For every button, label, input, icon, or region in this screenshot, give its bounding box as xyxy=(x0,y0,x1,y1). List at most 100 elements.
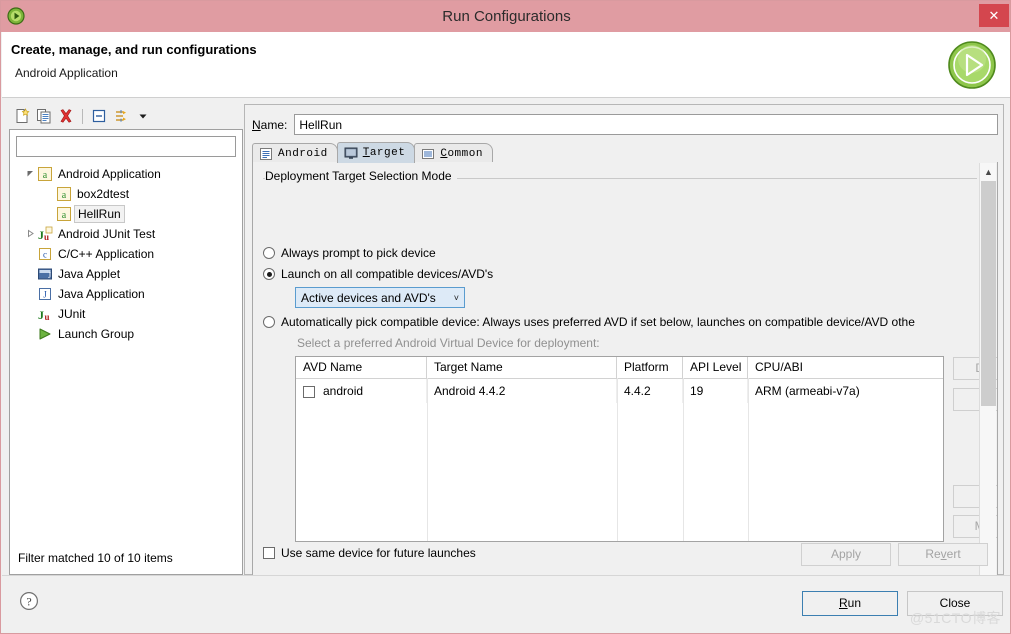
tree-item-label: HellRun xyxy=(74,205,125,223)
svg-text:a: a xyxy=(62,210,67,221)
checkbox-label: Use same device for future launches xyxy=(281,546,476,560)
tab-label: Target xyxy=(363,147,406,159)
column-header-avd-name[interactable]: AVD Name xyxy=(296,357,427,378)
tab-strip: Android Target Common xyxy=(252,142,998,164)
column-separator xyxy=(617,378,618,541)
device-scope-combo[interactable]: Active devices and AVD's ˅ xyxy=(295,287,465,308)
new-configuration-icon[interactable] xyxy=(12,106,32,126)
radio-label: Launch on all compatible devices/AVD's xyxy=(281,267,493,281)
svg-text:J: J xyxy=(48,271,51,280)
cell-api-level: 19 xyxy=(683,379,748,403)
filter-input[interactable] xyxy=(16,136,236,157)
tab-android[interactable]: Android xyxy=(252,143,338,163)
tree-item-label: C/C++ Application xyxy=(58,246,154,262)
cell-cpu-abi: ARM (armeabi-v7a) xyxy=(748,379,943,403)
svg-text:u: u xyxy=(44,232,49,242)
radio-auto-pick[interactable]: Automatically pick compatible device: Al… xyxy=(263,315,915,329)
title-bar: Run Configurations ✕ xyxy=(1,1,1011,32)
tree-item-label: JUnit xyxy=(58,306,85,322)
android-config-icon: a xyxy=(56,186,72,202)
name-label: Name: xyxy=(252,118,287,132)
close-button[interactable]: Close xyxy=(907,591,1003,616)
radio-label: Automatically pick compatible device: Al… xyxy=(281,315,915,329)
tree-item-label: Java Application xyxy=(58,286,145,302)
tab-target[interactable]: Target xyxy=(337,142,416,163)
launch-group-icon xyxy=(37,326,53,342)
cell-platform: 4.4.2 xyxy=(617,379,683,403)
cpp-application-icon: c xyxy=(37,246,53,262)
common-tab-icon xyxy=(421,147,435,161)
tree-item-java-applet[interactable]: J Java Applet xyxy=(10,264,242,284)
avd-table[interactable]: AVD NameTarget NamePlatformAPI LevelCPU/… xyxy=(295,356,944,542)
configurations-panel: aAndroid Applicationabox2dtestaHellRunJu… xyxy=(9,104,243,575)
duplicate-configuration-icon[interactable] xyxy=(34,106,54,126)
radio-label: Always prompt to pick device xyxy=(281,246,436,260)
junit-icon: Ju xyxy=(37,306,53,322)
android-junit-icon: Ju xyxy=(37,226,53,242)
vertical-scroll-thumb[interactable] xyxy=(981,181,996,406)
configuration-editor-panel: Name: Android Target Common Deployment Tar… xyxy=(244,104,1004,575)
svg-text:J: J xyxy=(38,308,44,322)
run-configurations-dialog: Run Configurations ✕ Create, manage, and… xyxy=(0,0,1011,634)
dialog-footer: ? Run Close @51CTO博客 xyxy=(2,575,1011,632)
toolbar-separator xyxy=(82,109,83,124)
run-button[interactable]: Run xyxy=(802,591,898,616)
radio-indicator xyxy=(263,247,275,259)
column-header-cpu-abi[interactable]: CPU/ABI xyxy=(748,357,943,378)
android-config-icon: a xyxy=(37,166,53,182)
tree-item-junit[interactable]: Ju JUnit xyxy=(10,304,242,324)
column-separator xyxy=(427,378,428,541)
tab-common[interactable]: Common xyxy=(414,143,493,163)
column-header-target-name[interactable]: Target Name xyxy=(427,357,617,378)
tree-item-label: Java Applet xyxy=(58,266,120,282)
tree-item-label: Launch Group xyxy=(58,326,134,342)
apply-label: Apply xyxy=(831,547,861,561)
use-same-device-checkbox[interactable]: Use same device for future launches xyxy=(263,546,476,560)
tab-label: Common xyxy=(440,148,483,160)
tree-item-launch-group[interactable]: Launch Group xyxy=(10,324,242,344)
twisty-collapsed-icon[interactable] xyxy=(24,229,37,240)
target-tab-content: Deployment Target Selection Mode Always … xyxy=(252,162,998,606)
tree-item-java-application[interactable]: J Java Application xyxy=(10,284,242,304)
android-tab-icon xyxy=(259,147,273,161)
help-question-icon[interactable]: ? xyxy=(19,591,39,611)
radio-always-prompt[interactable]: Always prompt to pick device xyxy=(263,246,436,260)
column-header-platform[interactable]: Platform xyxy=(617,357,683,378)
configurations-tree[interactable]: aAndroid Applicationabox2dtestaHellRunJu… xyxy=(10,164,242,534)
tab-label: Android xyxy=(278,148,328,160)
header-subtitle: Android Application xyxy=(15,66,118,80)
avd-table-body[interactable]: androidAndroid 4.4.24.4.219ARM (armeabi-… xyxy=(296,379,943,403)
collapse-all-icon[interactable] xyxy=(89,106,109,126)
filter-icon[interactable] xyxy=(111,106,131,126)
window-title: Run Configurations xyxy=(1,1,1011,32)
cell-avd-name: android xyxy=(296,379,427,403)
tree-item-c-c-application[interactable]: c C/C++ Application xyxy=(10,244,242,264)
avd-table-header: AVD NameTarget NamePlatformAPI LevelCPU/… xyxy=(296,357,943,379)
content-vertical-scrollbar[interactable]: ▲ ▼ xyxy=(979,163,996,605)
table-row[interactable]: androidAndroid 4.4.24.4.219ARM (armeabi-… xyxy=(296,379,943,403)
tree-item-android-application[interactable]: aAndroid Application xyxy=(10,164,242,184)
window-close-button[interactable]: ✕ xyxy=(979,4,1009,27)
tree-item-box2dtest[interactable]: abox2dtest xyxy=(10,184,242,204)
revert-button[interactable]: Revert xyxy=(898,543,988,566)
column-header-api-level[interactable]: API Level xyxy=(683,357,748,378)
configurations-toolbar xyxy=(9,104,243,128)
radio-launch-all-compatible[interactable]: Launch on all compatible devices/AVD's xyxy=(263,267,493,281)
apply-button[interactable]: Apply xyxy=(801,543,891,566)
delete-configuration-icon[interactable] xyxy=(56,106,76,126)
row-checkbox[interactable] xyxy=(303,386,315,398)
svg-text:J: J xyxy=(43,290,47,300)
target-settings: Deployment Target Selection Mode Always … xyxy=(253,162,979,566)
cell-text: android xyxy=(323,384,363,398)
column-separator xyxy=(683,378,684,541)
tree-item-hellrun[interactable]: a HellRun xyxy=(10,204,242,224)
name-input[interactable] xyxy=(294,114,998,135)
scroll-up-arrow-icon[interactable]: ▲ xyxy=(980,163,997,180)
checkbox-indicator xyxy=(263,547,275,559)
name-row: Name: xyxy=(252,114,998,135)
combo-value: Active devices and AVD's xyxy=(301,291,436,305)
tree-item-label: Android JUnit Test xyxy=(58,226,155,242)
view-menu-chevron-icon[interactable] xyxy=(133,106,153,126)
tree-item-android-junit-test[interactable]: Ju Android JUnit Test xyxy=(10,224,242,244)
twisty-expanded-icon[interactable] xyxy=(24,169,37,180)
